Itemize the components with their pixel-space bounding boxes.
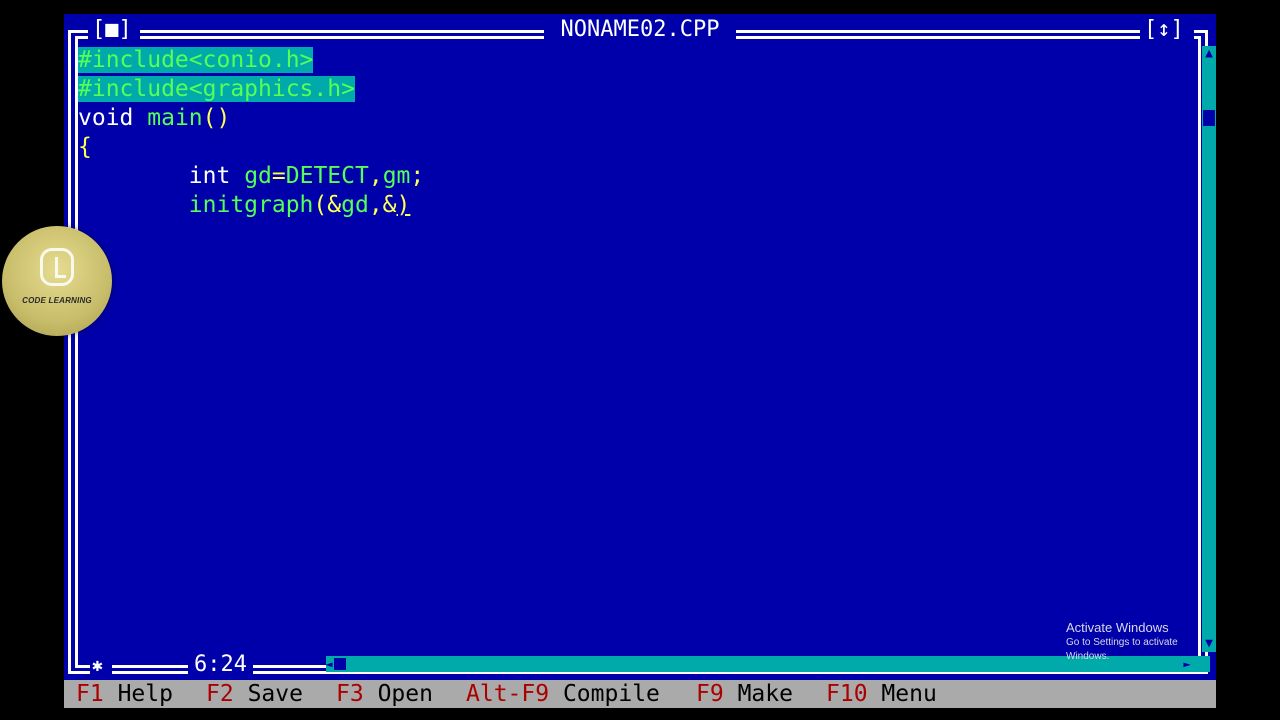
menu-item-label: Make [737, 681, 793, 707]
code-token: gm [382, 163, 411, 189]
vertical-scroll-thumb[interactable] [1203, 110, 1215, 126]
code-line[interactable]: int gd=DETECT,gm; [78, 162, 1188, 191]
menu-item-key: F1 [76, 681, 104, 707]
scroll-up-icon[interactable]: ▲ [1202, 46, 1216, 62]
code-token: #include<conio.h> [78, 47, 314, 73]
code-line[interactable]: #include<conio.h> [78, 46, 1188, 75]
window-title: NONAME02.CPP [544, 18, 736, 42]
code-line[interactable]: initgraph(&gd,&) [78, 191, 1188, 220]
menu-item-help[interactable]: F1 Help [76, 680, 173, 708]
close-button[interactable]: [■] [92, 18, 132, 42]
watermark-line1: Activate Windows [1066, 620, 1169, 635]
menu-item-key: F2 [206, 681, 234, 707]
code-token: (& [313, 192, 342, 218]
code-token: () [202, 105, 231, 131]
code-token: ,& [368, 192, 397, 218]
menu-item-key: Alt-F9 [466, 681, 550, 707]
code-token: int [188, 163, 231, 189]
code-line[interactable]: #include<graphics.h> [78, 75, 1188, 104]
menu-item-label: Help [117, 681, 173, 707]
code-token-at-cursor: ) [396, 192, 411, 218]
menu-item-menu[interactable]: F10 Menu [826, 680, 937, 708]
menu-item-make[interactable]: F9 Make [696, 680, 793, 708]
vertical-scrollbar[interactable]: ▲ ▼ [1202, 46, 1216, 652]
code-token: initgraph [188, 192, 314, 218]
function-key-bar: F1 Help F2 Save F3 Open Alt-F9 Compile F9 Ma… [64, 680, 1216, 708]
menu-item-save[interactable]: F2 Save [206, 680, 303, 708]
menu-item-open[interactable]: F3 Open [336, 680, 433, 708]
menu-item-key: F3 [336, 681, 364, 707]
code-line[interactable]: void main() [78, 104, 1188, 133]
turbo-cpp-screen: [■] NONAME02.CPP [↕] ▲ ▼ #include<conio.… [64, 14, 1216, 708]
modified-marker-icon: ✱ [92, 655, 103, 676]
code-token: , [368, 163, 383, 189]
logo-text: CODE LEARNING [22, 296, 92, 305]
menu-item-label: Open [377, 681, 433, 707]
code-token: gd [244, 163, 272, 189]
code-token: #include<graphics.h> [78, 76, 355, 102]
menu-item-label: Compile [562, 681, 660, 707]
code-token: { [78, 134, 92, 160]
horizontal-scroll-thumb[interactable] [334, 658, 346, 670]
channel-logo: CODE LEARNING [2, 226, 112, 336]
menu-item-label: Menu [881, 681, 937, 707]
menu-item-label: Save [247, 681, 303, 707]
zoom-button[interactable]: [↕] [1144, 18, 1184, 42]
activate-windows-watermark: Activate Windows Go to Settings to activ… [1066, 620, 1216, 664]
code-token: void [78, 105, 134, 131]
menu-item-compile[interactable]: Alt-F9 Compile [466, 680, 660, 708]
logo-mark-icon [40, 248, 74, 286]
watermark-line2: Go to Settings to activate Windows. [1066, 637, 1178, 662]
menu-item-key: F9 [696, 681, 724, 707]
code-line[interactable]: { [78, 133, 1188, 162]
code-editor[interactable]: #include<conio.h> #include<graphics.h> voi… [78, 46, 1188, 220]
code-token: main [147, 105, 203, 131]
code-token: DETECT [285, 163, 369, 189]
code-token: gd [341, 192, 369, 218]
code-token: ; [410, 163, 425, 189]
menu-item-key: F10 [826, 681, 868, 707]
cursor-position: 6:24 [188, 652, 253, 678]
code-token: = [271, 163, 286, 189]
